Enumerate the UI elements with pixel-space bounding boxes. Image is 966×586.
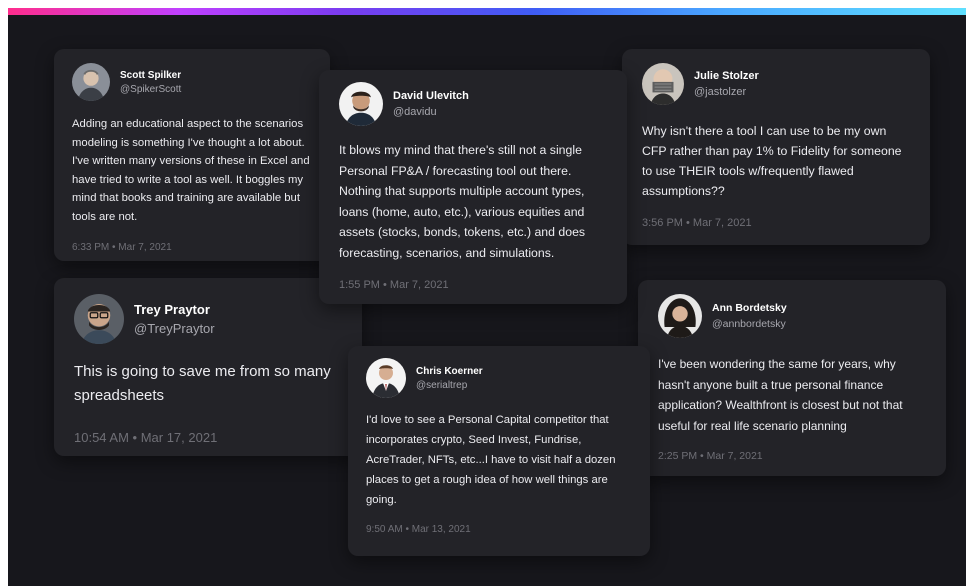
author-name: Ann Bordetsky [712,302,787,314]
testimonial-card-trey[interactable]: Trey Praytor @TreyPraytor This is going … [54,278,362,456]
author-name: Scott Spilker [120,69,182,81]
testimonial-card-julie[interactable]: Julie Stolzer @jastolzer Why isn't there… [622,49,930,245]
testimonial-card-ann[interactable]: Ann Bordetsky @annbordetsky I've been wo… [638,280,946,476]
card-header: Trey Praytor @TreyPraytor [74,294,342,344]
avatar [339,82,383,126]
testimonial-text: I've been wondering the same for years, … [658,357,903,433]
testimonial-card-david[interactable]: David Ulevitch @davidu It blows my mind … [319,70,627,304]
author-name: Trey Praytor [134,302,210,317]
author-handle[interactable]: @davidu [393,106,469,118]
author-handle[interactable]: @annbordetsky [712,318,787,330]
timestamp[interactable]: 3:56 PM • Mar 7, 2021 [642,217,910,229]
timestamp[interactable]: 10:54 AM • Mar 17, 2021 [74,430,342,445]
testimonial-card-chris[interactable]: Chris Koerner @serialtrep I'd love to se… [348,346,650,556]
avatar [74,294,124,344]
testimonial-text: This is going to save me from so many sp… [74,363,331,404]
gradient-top-bar [8,8,966,15]
card-header: David Ulevitch @davidu [339,82,607,126]
testimonial-text: I'd love to see a Personal Capital compe… [366,414,616,506]
author-handle[interactable]: @TreyPraytor [134,321,215,336]
author-handle[interactable]: @serialtrep [416,380,483,391]
author-name: Chris Koerner [416,365,483,377]
author-name: David Ulevitch [393,90,469,102]
avatar [72,63,110,101]
testimonial-card-scott[interactable]: Scott Spilker @SpikerScott Adding an edu… [54,49,330,261]
author-handle[interactable]: @jastolzer [694,86,759,98]
card-header: Scott Spilker @SpikerScott [72,63,312,101]
timestamp[interactable]: 6:33 PM • Mar 7, 2021 [72,242,312,253]
card-header: Ann Bordetsky @annbordetsky [658,294,926,338]
testimonial-text: Why isn't there a tool I can use to be m… [642,124,902,198]
timestamp[interactable]: 1:55 PM • Mar 7, 2021 [339,279,607,291]
card-header: Chris Koerner @serialtrep [366,358,632,398]
testimonials-section: Scott Spilker @SpikerScott Adding an edu… [8,8,966,586]
avatar [642,63,684,105]
testimonial-text: It blows my mind that there's still not … [339,143,586,260]
author-handle[interactable]: @SpikerScott [120,84,181,95]
timestamp[interactable]: 9:50 AM • Mar 13, 2021 [366,524,632,535]
author-name: Julie Stolzer [694,70,759,82]
avatar [658,294,702,338]
testimonial-text: Adding an educational aspect to the scen… [72,118,310,223]
avatar [366,358,406,398]
timestamp[interactable]: 2:25 PM • Mar 7, 2021 [658,450,926,462]
card-header: Julie Stolzer @jastolzer [642,63,910,105]
